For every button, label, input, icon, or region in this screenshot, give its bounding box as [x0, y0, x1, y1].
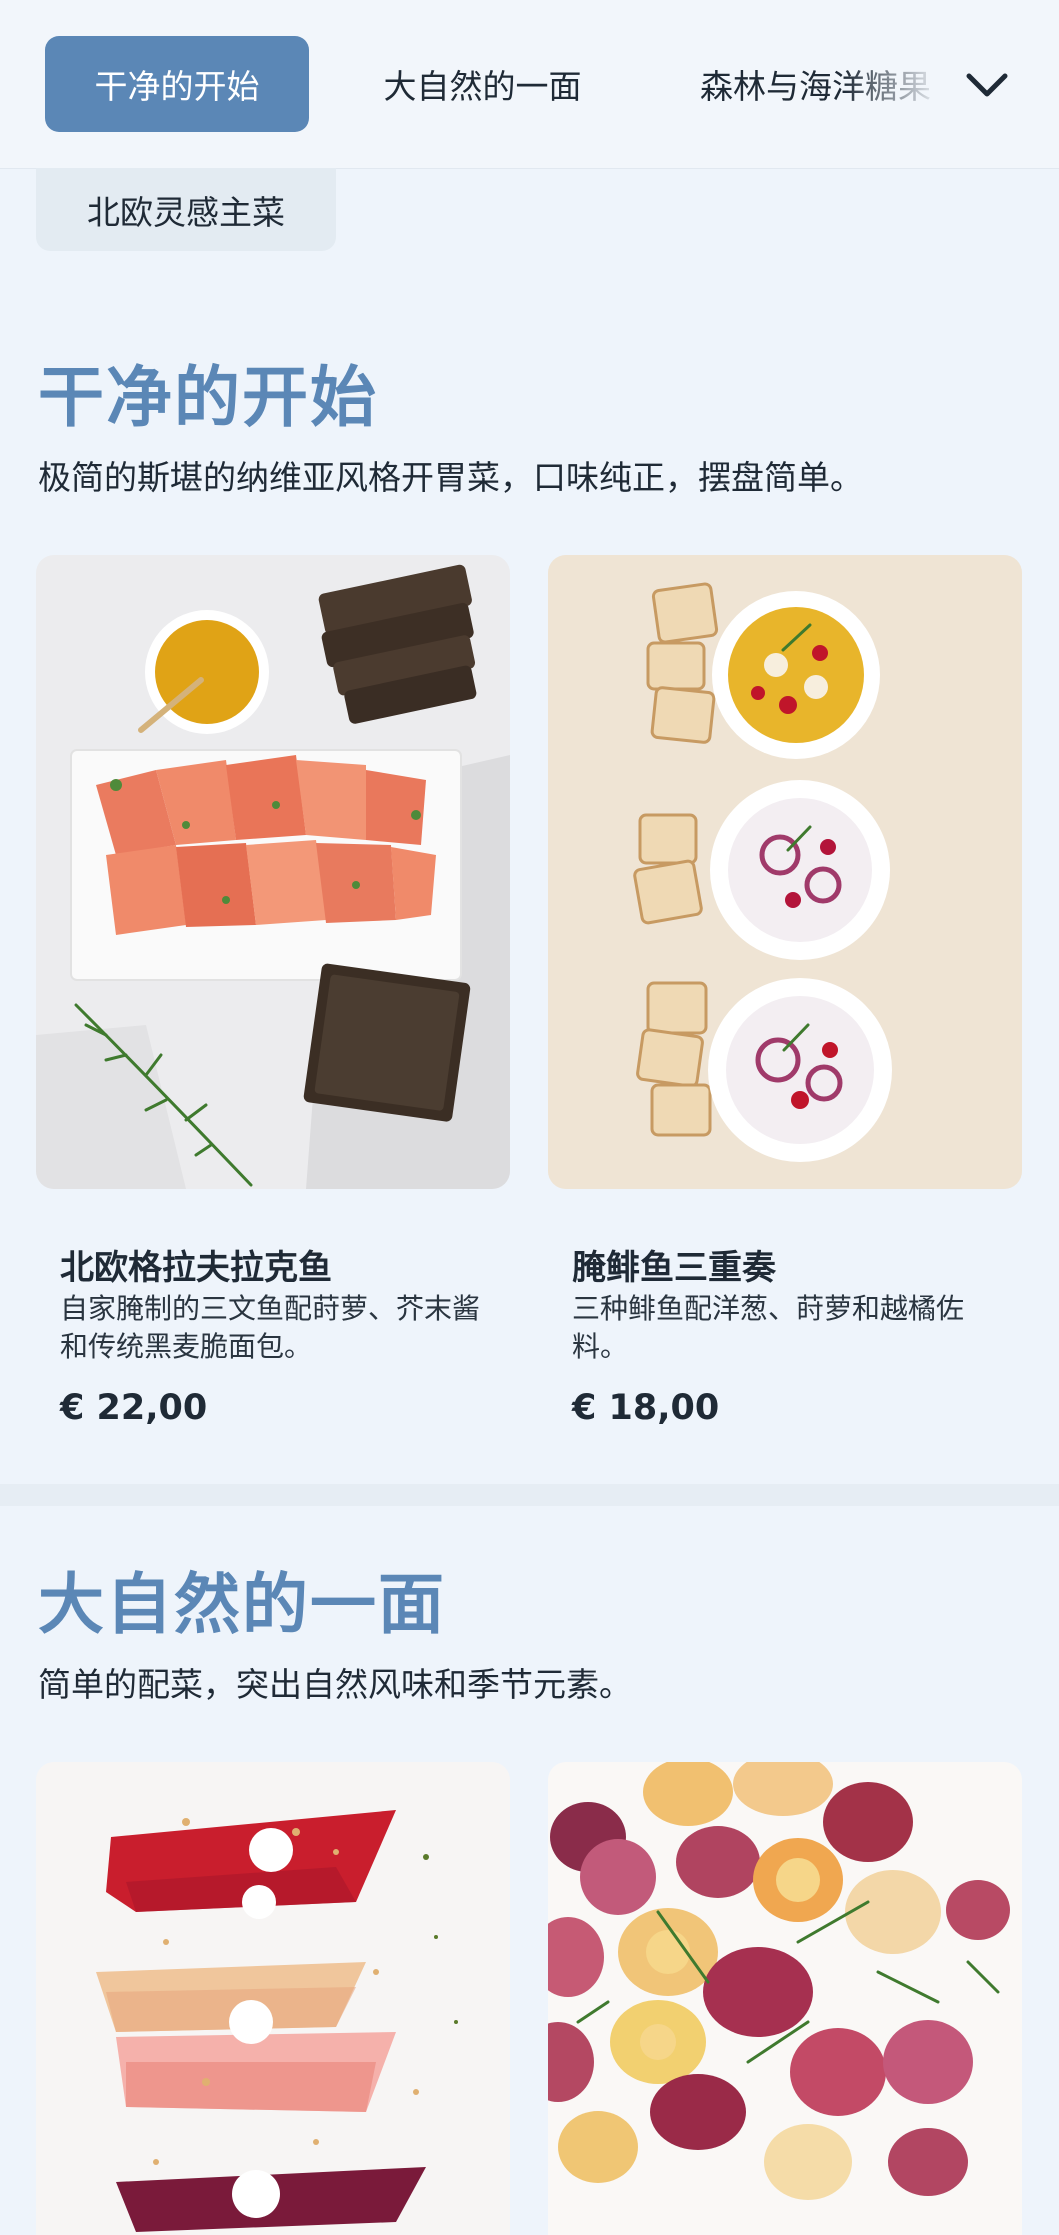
dish-image-beets[interactable] — [36, 1762, 510, 2235]
tab-forest-ocean-sweets[interactable]: 森林与海洋糖果 — [662, 36, 942, 132]
dish-name: 北欧格拉夫拉克鱼 — [60, 1248, 332, 1288]
tab-nordic-mains[interactable]: 北欧灵感主菜 — [36, 168, 336, 251]
section-description: 简单的配菜，突出自然风味和季节元素。 — [38, 1665, 632, 1704]
tab-label: 北欧灵感主菜 — [87, 192, 285, 232]
dish-image-gravlax[interactable] — [36, 555, 510, 1189]
category-nav: 干净的开始 大自然的一面 森林与海洋糖果 — [0, 0, 1059, 169]
dish-description: 三种鲱鱼配洋葱、莳萝和越橘佐料。 — [572, 1292, 965, 1363]
dish-image-roasted-potatoes[interactable] — [548, 1762, 1022, 2235]
dish-description: 自家腌制的三文鱼配莳萝、芥末酱和传统黑麦脆面包。 — [60, 1292, 481, 1363]
tab-label: 大自然的一面 — [383, 67, 582, 106]
dish-image-herring-trio[interactable] — [548, 555, 1022, 1189]
tab-label: 干净的开始 — [94, 67, 260, 106]
tab-clean-start[interactable]: 干净的开始 — [45, 36, 309, 132]
dish-price: € 18,00 — [572, 1388, 720, 1428]
chevron-down-icon[interactable] — [960, 58, 1014, 112]
dish-price: € 22,00 — [60, 1388, 208, 1428]
section-divider — [0, 1484, 1059, 1506]
menu-page: 干净的开始 大自然的一面 森林与海洋糖果 北欧灵感主菜 干净的开始 极简的斯堪的… — [0, 0, 1059, 2235]
section-title: 干净的开始 — [38, 359, 378, 436]
section-description: 极简的斯堪的纳维亚风格开胃菜，口味纯正，摆盘简单。 — [38, 458, 863, 497]
section-title: 大自然的一面 — [38, 1566, 446, 1643]
tab-nature-side[interactable]: 大自然的一面 — [345, 36, 620, 132]
tab-label: 森林与海洋糖果 — [700, 67, 931, 106]
dish-name: 腌鲱鱼三重奏 — [572, 1248, 776, 1288]
